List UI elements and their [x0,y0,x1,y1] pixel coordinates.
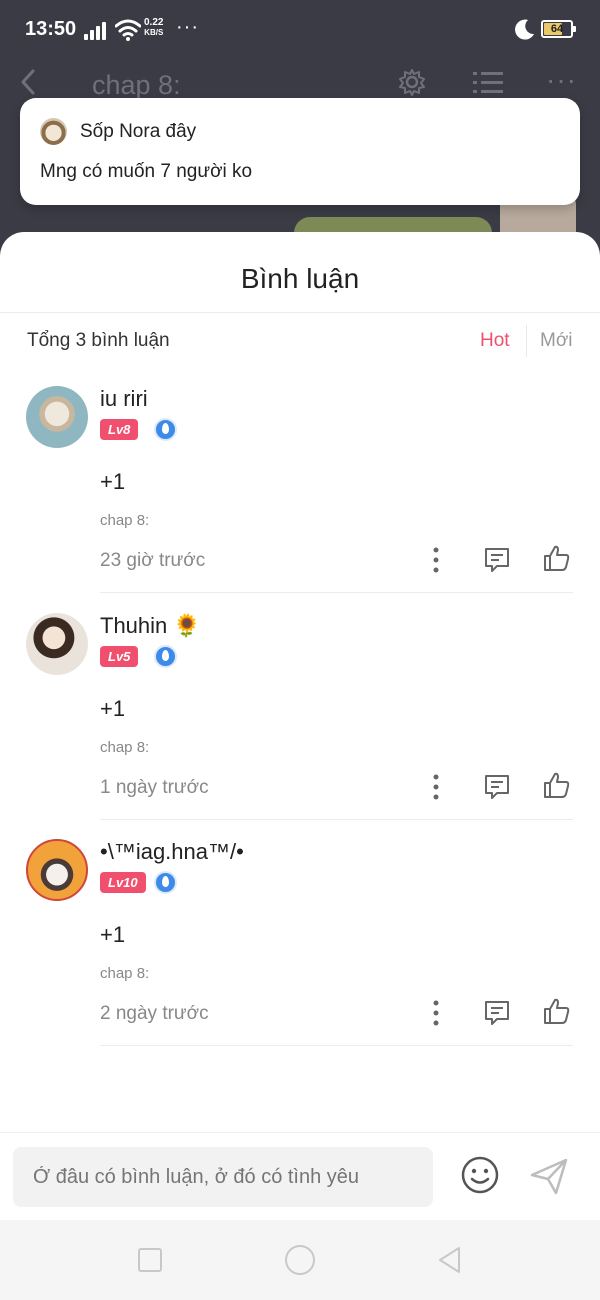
divider [0,312,600,313]
more-vertical-icon[interactable] [426,999,446,1027]
comment-text: +1 [100,696,126,721]
status-more: ··· [176,16,199,38]
gear-icon[interactable] [398,68,426,96]
net-speed-value: 0.22 [144,17,164,28]
comment-chapter: chap 8: [100,512,150,529]
sort-hot-tab[interactable]: Hot [480,330,510,352]
battery-level: 64 [550,23,564,35]
comment-input[interactable] [13,1147,433,1207]
comment-input-bar [0,1132,600,1220]
comment-count: Tổng 3 bình luận [27,330,170,351]
send-icon[interactable] [528,1155,570,1197]
level-badge: Lv5 [100,646,139,667]
reply-icon[interactable] [483,999,511,1027]
list-icon[interactable] [473,70,503,96]
comment-item: •\™iag.hna™/• Lv10 +1 chap 8: 2 ngày trư… [0,839,600,1066]
like-icon[interactable] [542,770,572,800]
notification-sender: Sốp Nora đây [80,121,197,142]
back-icon[interactable] [18,68,38,96]
like-icon[interactable] [542,543,572,573]
wifi-icon [115,19,141,41]
recent-apps-button[interactable] [138,1248,162,1272]
avatar[interactable] [26,839,88,901]
comment-item: iu riri Lv8 +1 chap 8: 23 giờ trước [0,386,600,613]
comment-time: 23 giờ trước [100,550,206,571]
divider [100,592,573,593]
comment-author[interactable]: iu riri [100,386,148,412]
droplet-badge-icon [154,645,177,668]
avatar[interactable] [26,613,88,675]
notification-banner[interactable]: Sốp Nora đây Mng có muốn 7 người ko [20,98,580,205]
emoji-icon[interactable] [460,1155,500,1195]
divider [526,325,527,357]
background-title: chap 8: [92,70,181,100]
level-badge: Lv8 [100,419,139,440]
back-button[interactable] [435,1245,465,1275]
comment-time: 1 ngày trước [100,777,209,798]
battery-icon: 64 [541,20,576,38]
comment-chapter: chap 8: [100,739,150,756]
divider [100,819,573,820]
reply-icon[interactable] [483,773,511,801]
net-speed: 0.22 KB/S [144,18,163,38]
home-button[interactable] [285,1245,315,1275]
avatar[interactable] [26,386,88,448]
comment-author[interactable]: •\™iag.hna™/• [100,839,244,865]
droplet-badge-icon [154,418,177,441]
moon-icon [515,19,534,40]
notification-message: Mng có muốn 7 người ko [40,161,253,182]
comment-text: +1 [100,469,126,494]
level-badge: Lv10 [100,872,146,893]
sheet-title: Bình luận [240,263,360,294]
more-icon[interactable]: ··· [546,64,577,96]
reply-icon[interactable] [483,546,511,574]
comment-text: +1 [100,922,126,947]
more-vertical-icon[interactable] [426,546,446,574]
droplet-badge-icon [154,871,177,894]
signal-icon [84,22,110,40]
comment-item: Thuhin 🌻 Lv5 +1 chap 8: 1 ngày trước [0,613,600,840]
divider [100,1045,573,1046]
status-bar: 13:50 0.22 KB/S ··· 64 [0,0,600,60]
comment-author[interactable]: Thuhin 🌻 [100,613,201,639]
comment-chapter: chap 8: [100,965,150,982]
more-vertical-icon[interactable] [426,773,446,801]
system-nav-bar [0,1220,600,1300]
comment-time: 2 ngày trước [100,1003,209,1024]
notification-avatar [40,118,67,145]
status-time: 13:50 [25,18,77,40]
net-speed-unit: KB/S [144,28,164,37]
sort-new-tab[interactable]: Mới [540,330,573,352]
like-icon[interactable] [542,996,572,1026]
comments-sheet: Bình luận Tổng 3 bình luận Hot Mới iu ri… [0,232,600,1220]
